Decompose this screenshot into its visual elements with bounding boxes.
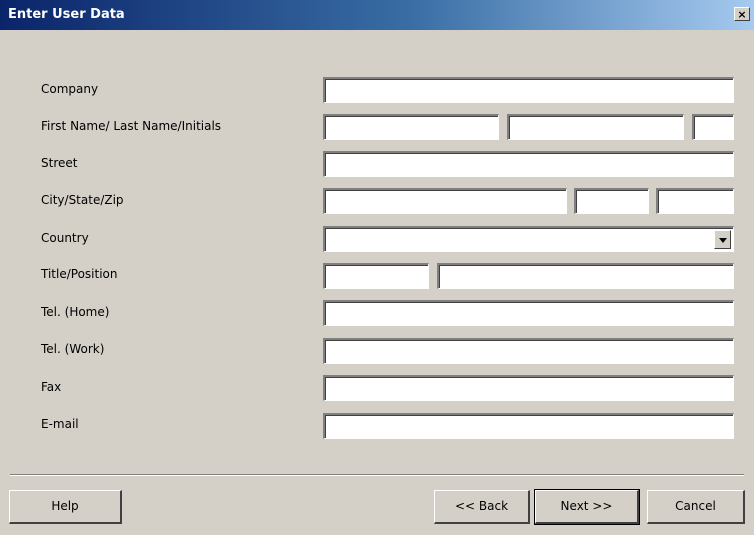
- fax-field[interactable]: [323, 375, 734, 401]
- back-button[interactable]: << Back: [434, 490, 530, 524]
- city-field[interactable]: [323, 188, 567, 214]
- label-country: Country: [41, 231, 89, 245]
- initials-input[interactable]: [700, 120, 727, 134]
- next-button[interactable]: Next >>: [534, 489, 640, 525]
- zip-field[interactable]: [656, 188, 734, 214]
- title-input[interactable]: [331, 269, 422, 283]
- city-input[interactable]: [331, 194, 560, 208]
- position-input[interactable]: [445, 269, 727, 283]
- close-icon[interactable]: ×: [734, 7, 750, 21]
- street-field[interactable]: [323, 151, 734, 177]
- help-button[interactable]: Help: [9, 490, 122, 524]
- email-input[interactable]: [331, 419, 727, 433]
- country-select[interactable]: [323, 226, 734, 252]
- tel-work-field[interactable]: [323, 338, 734, 364]
- company-input[interactable]: [331, 83, 727, 97]
- cancel-button[interactable]: Cancel: [647, 490, 745, 524]
- label-tel-work: Tel. (Work): [41, 342, 105, 356]
- enter-user-data-dialog: Enter User Data × Company First Name/ La…: [0, 0, 754, 535]
- title-bar[interactable]: Enter User Data ×: [0, 0, 754, 30]
- first-name-field[interactable]: [323, 114, 499, 140]
- first-name-input[interactable]: [331, 120, 492, 134]
- label-email: E-mail: [41, 417, 79, 431]
- tel-work-input[interactable]: [331, 344, 727, 358]
- label-title-position: Title/Position: [41, 267, 118, 281]
- zip-input[interactable]: [664, 194, 727, 208]
- label-city-state-zip: City/State/Zip: [41, 193, 124, 207]
- last-name-field[interactable]: [507, 114, 684, 140]
- state-field[interactable]: [574, 188, 649, 214]
- label-street: Street: [41, 156, 78, 170]
- initials-field[interactable]: [692, 114, 734, 140]
- tel-home-field[interactable]: [323, 300, 734, 326]
- company-field[interactable]: [323, 77, 734, 103]
- position-field[interactable]: [437, 263, 734, 289]
- label-name: First Name/ Last Name/Initials: [41, 119, 222, 133]
- title-field[interactable]: [323, 263, 429, 289]
- street-input[interactable]: [331, 157, 727, 171]
- separator: [10, 474, 744, 476]
- email-field[interactable]: [323, 413, 734, 439]
- chevron-down-icon[interactable]: [714, 230, 731, 249]
- last-name-input[interactable]: [515, 120, 677, 134]
- state-input[interactable]: [582, 194, 642, 208]
- label-tel-home: Tel. (Home): [41, 305, 110, 319]
- tel-home-input[interactable]: [331, 306, 727, 320]
- label-fax: Fax: [41, 380, 62, 394]
- fax-input[interactable]: [331, 381, 727, 395]
- label-company: Company: [41, 82, 99, 96]
- window-title: Enter User Data: [8, 7, 125, 22]
